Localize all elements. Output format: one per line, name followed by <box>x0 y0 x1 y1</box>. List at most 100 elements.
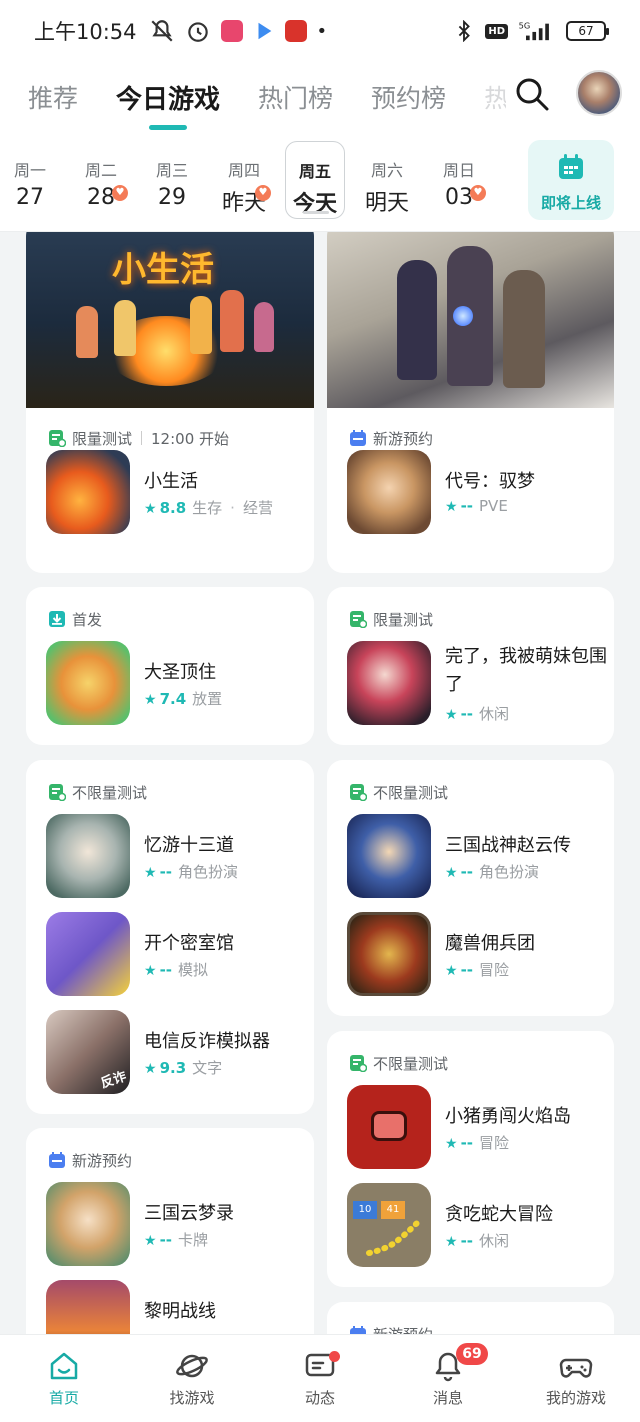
day-fri-selected[interactable]: 周五 今天 <box>285 141 345 219</box>
game-title: 电信反诈模拟器 <box>144 1031 270 1052</box>
day-tue[interactable]: 周二 28 ♥ <box>71 141 131 219</box>
tab-today-games[interactable]: 今日游戏 <box>116 79 220 116</box>
character-figure <box>397 260 437 380</box>
release-tag: 限量测试 12:00 开始 <box>48 428 314 448</box>
game-genre: 卡牌 <box>178 1231 209 1249</box>
game-icon <box>46 1182 130 1266</box>
game-item[interactable]: 开个密室馆 ★ -- 模拟 <box>46 912 296 998</box>
release-tag: 首发 <box>48 609 314 629</box>
star-icon: ★ <box>445 1136 458 1152</box>
status-time: 上午10:54 <box>34 20 137 44</box>
game-card[interactable]: 不限量测试 忆游十三道 ★ -- 角色扮演 开个密室馆 ★ -- 模拟 反诈 电信反诈模… <box>26 760 314 1114</box>
upcoming-button[interactable]: 即将上线 <box>528 140 614 220</box>
hd-badge: HD <box>485 23 508 39</box>
game-genre: 休闲 <box>479 1232 510 1250</box>
star-icon: ★ <box>144 865 157 881</box>
game-icon <box>347 450 431 534</box>
test-tag-icon <box>350 784 367 801</box>
game-rating: 9.3 <box>159 1059 187 1077</box>
tab-hot-chart[interactable]: 热门榜 <box>258 79 333 115</box>
calendar-tag-icon <box>350 430 366 446</box>
game-genre: 冒险 <box>479 961 510 979</box>
status-bar: 上午10:54 • HD 5G 67 <box>0 0 640 62</box>
nav-messages[interactable]: 69 消息 <box>384 1335 512 1422</box>
test-tag-icon <box>350 611 367 628</box>
bottom-navigation: 首页 找游戏 动态 69 消息 我的游戏 <box>0 1334 640 1422</box>
game-icon: 反诈 <box>46 1010 130 1094</box>
game-icon <box>347 1085 431 1169</box>
game-card[interactable]: 首发 大圣顶住 ★ 7.4 放置 <box>26 587 314 745</box>
download-tag-icon <box>49 611 65 627</box>
alarm-icon <box>187 22 208 42</box>
game-item[interactable]: 黎明战线 <box>46 1280 296 1334</box>
game-card[interactable]: 不限量测试 三国战神赵云传 ★ -- 角色扮演 魔兽佣兵团 ★ -- 冒险 <box>327 760 614 1016</box>
game-item[interactable]: 反诈 电信反诈模拟器 ★ 9.3 文字 <box>46 1010 296 1096</box>
tab-recommend[interactable]: 推荐 <box>28 79 78 115</box>
banner-title: 小生活 <box>112 250 214 290</box>
game-item[interactable]: 忆游十三道 ★ -- 角色扮演 <box>46 814 296 900</box>
game-meta: ★ -- 角色扮演 <box>445 861 539 882</box>
game-item[interactable]: 代号：驭梦 ★ -- PVE <box>347 450 597 536</box>
star-icon: ★ <box>445 865 458 881</box>
week-selector: 周一 27 周二 28 ♥ 周三 29 周四 昨天 ♥ 周五 今天 周六 明天 … <box>0 132 640 232</box>
game-banner[interactable] <box>327 232 614 408</box>
nav-activity[interactable]: 动态 <box>256 1335 384 1422</box>
game-meta: ★ 9.3 文字 <box>144 1057 222 1078</box>
game-genre: 放置 <box>192 690 223 708</box>
star-icon: ★ <box>445 707 458 723</box>
heart-icon: ♥ <box>470 185 486 201</box>
game-item[interactable]: 小生活 ★ 8.8 生存 · 经营 <box>46 450 296 536</box>
icon-caption: 反诈 <box>98 1069 129 1092</box>
game-meta: ★ -- 卡牌 <box>144 1229 208 1250</box>
game-feed[interactable]: 小生活 限量测试 12:00 开始 小生活 ★ 8.8 生存 · 经营 新游预约… <box>0 232 640 1334</box>
game-item[interactable]: 小猪勇闯火焰岛 ★ -- 冒险 <box>347 1085 597 1171</box>
game-card[interactable]: 新游预约 三国云梦录 ★ -- 卡牌 黎明战线 <box>26 1128 314 1334</box>
top-tab-bar: 推荐 今日游戏 热门榜 预约榜 热 <box>0 62 640 132</box>
star-icon: ★ <box>144 963 157 979</box>
game-item[interactable]: 三国云梦录 ★ -- 卡牌 <box>46 1182 296 1268</box>
game-card[interactable]: 新游预约 代号：驭梦 ★ -- PVE <box>327 232 614 573</box>
game-item[interactable]: 魔兽佣兵团 ★ -- 冒险 <box>347 912 597 998</box>
meta-separator: · <box>230 499 235 517</box>
game-title: 小猪勇闯火焰岛 <box>445 1106 571 1127</box>
search-icon[interactable] <box>514 76 550 112</box>
test-tag-icon <box>350 1055 367 1072</box>
game-card[interactable]: 小生活 限量测试 12:00 开始 小生活 ★ 8.8 生存 · 经营 <box>26 232 314 573</box>
tab-more-partial[interactable]: 热 <box>484 79 506 115</box>
star-icon: ★ <box>445 1234 458 1250</box>
game-banner[interactable]: 小生活 <box>26 232 314 408</box>
day-mon[interactable]: 周一 27 <box>0 141 60 219</box>
star-icon: ★ <box>144 1061 157 1077</box>
day-sat[interactable]: 周六 明天 <box>357 141 417 219</box>
game-rating: -- <box>460 863 474 881</box>
game-rating: -- <box>460 1134 474 1152</box>
game-icon <box>46 1280 130 1334</box>
game-item[interactable]: 三国战神赵云传 ★ -- 角色扮演 <box>347 814 597 900</box>
game-item[interactable]: 完了，我被萌妹包围了 ★ -- 休闲 <box>347 641 607 727</box>
nav-find-games[interactable]: 找游戏 <box>128 1335 256 1422</box>
bluetooth-icon <box>459 20 471 42</box>
game-card[interactable]: 限量测试 完了，我被萌妹包围了 ★ -- 休闲 <box>327 587 614 745</box>
game-icon <box>46 450 130 534</box>
day-wed[interactable]: 周三 29 <box>142 141 202 219</box>
game-item[interactable]: 大圣顶住 ★ 7.4 放置 <box>46 641 296 727</box>
tab-reservation-chart[interactable]: 预约榜 <box>371 79 446 115</box>
game-card[interactable]: 新游预约 <box>327 1302 614 1334</box>
nav-my-games[interactable]: 我的游戏 <box>512 1335 640 1422</box>
svg-text:5G: 5G <box>519 20 531 30</box>
game-card[interactable]: 不限量测试 小猪勇闯火焰岛 ★ -- 冒险 10 41 贪吃蛇大冒险 ★ -- 休闲 <box>327 1031 614 1287</box>
day-sun[interactable]: 周日 03 ♥ <box>429 141 489 219</box>
home-icon <box>50 1352 78 1380</box>
character-figure <box>254 302 274 352</box>
day-thu[interactable]: 周四 昨天 ♥ <box>214 141 274 219</box>
game-meta: ★ -- 冒险 <box>445 959 509 980</box>
start-time: 12:00 开始 <box>151 429 230 448</box>
user-avatar[interactable] <box>576 70 622 116</box>
heart-icon: ♥ <box>112 185 128 201</box>
game-title: 大圣顶住 <box>144 662 216 683</box>
game-item[interactable]: 10 41 贪吃蛇大冒险 ★ -- 休闲 <box>347 1183 597 1269</box>
release-tag: 新游预约 <box>48 1150 314 1170</box>
nav-home[interactable]: 首页 <box>0 1335 128 1422</box>
game-icon <box>347 814 431 898</box>
character-figure <box>114 300 136 356</box>
